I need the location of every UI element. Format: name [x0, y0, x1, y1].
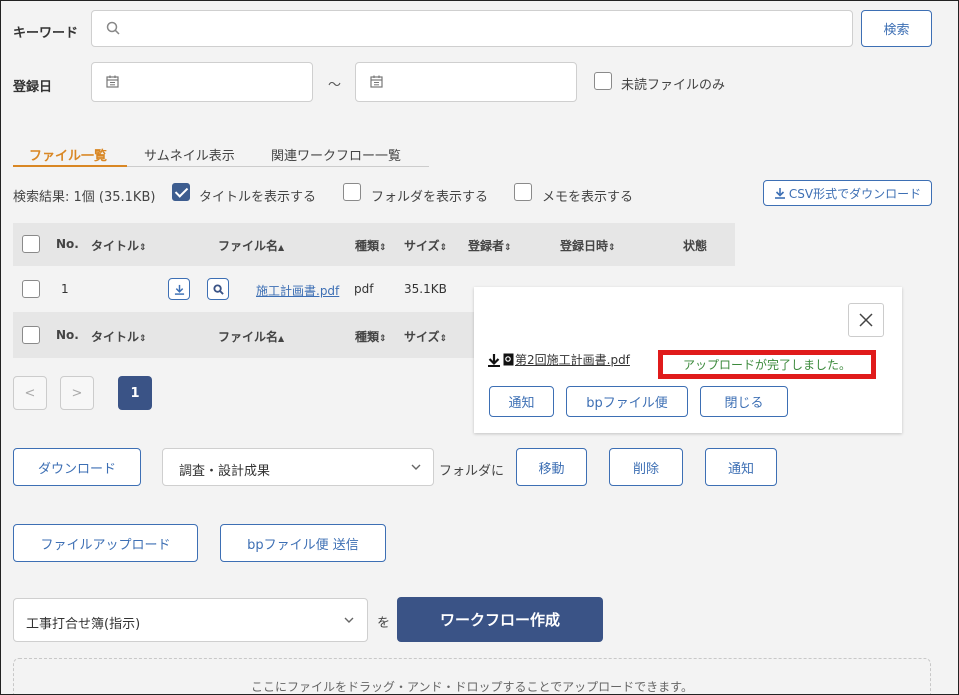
upload-success-message: アップロードが完了しました。 — [658, 350, 876, 379]
csv-download-label: CSV形式でダウンロード — [788, 186, 922, 201]
show-folder-checkbox[interactable] — [343, 183, 361, 201]
chevron-down-icon — [344, 617, 354, 623]
bp-send-button[interactable]: bpファイル便 送信 — [220, 524, 386, 562]
show-folder-label: フォルダを表示する — [371, 190, 489, 205]
tab-divider — [127, 166, 429, 167]
delete-button[interactable]: 削除 — [609, 448, 683, 486]
unread-only-label: 未読ファイルのみ — [621, 78, 726, 93]
drop-zone[interactable]: ここにファイルをドラッグ・アンド・ドロップすることでアップロードできます。 — [13, 658, 931, 694]
folder-suffix: フォルダに — [439, 464, 505, 479]
pagination-page-1[interactable]: 1 — [118, 376, 152, 410]
show-title-checkbox[interactable] — [172, 183, 190, 201]
workflow-select[interactable]: 工事打合せ簿(指示) — [13, 598, 368, 642]
workflow-create-button[interactable]: ワークフロー作成 — [397, 597, 603, 642]
header-type[interactable]: 種類⇕ — [355, 237, 387, 254]
footer-header-type[interactable]: 種類⇕ — [355, 328, 387, 345]
tab-file-list[interactable]: ファイル一覧 — [29, 145, 107, 164]
show-memo-label: メモを表示する — [542, 190, 634, 205]
search-icon — [106, 21, 120, 35]
notify-button[interactable]: 通知 — [705, 448, 777, 486]
dialog-bp-button[interactable]: bpファイル便 — [566, 386, 688, 417]
row-no: 1 — [61, 282, 69, 296]
header-status: 状態 — [683, 239, 708, 253]
row-filename-link[interactable]: 施工計画書.pdf — [256, 282, 339, 299]
calendar-icon — [370, 75, 383, 88]
show-memo-checkbox[interactable] — [514, 183, 532, 201]
show-title-label: タイトルを表示する — [199, 190, 317, 205]
keyword-input[interactable] — [91, 10, 853, 47]
file-manager-panel: キーワード 検索 登録日 ～ 未読ファイルのみ ファイル一覧 サムネイル表示 関… — [0, 0, 959, 695]
chevron-down-icon — [411, 464, 421, 470]
download-icon[interactable] — [487, 353, 501, 367]
uploaded-file-link[interactable]: 第2回施工計画書.pdf — [515, 351, 630, 368]
close-icon-button[interactable] — [848, 303, 884, 337]
date-from-input[interactable] — [91, 62, 313, 102]
download-icon — [174, 284, 184, 295]
download-icon — [774, 188, 785, 199]
row-download-button[interactable] — [168, 278, 190, 300]
header-filename[interactable]: ファイル名▲ — [218, 237, 284, 254]
file-icon — [503, 353, 514, 366]
pagination-prev[interactable]: < — [13, 376, 47, 410]
results-summary: 検索結果: 1個 (35.1KB) — [13, 190, 156, 205]
workflow-select-value: 工事打合せ簿(指示) — [26, 617, 141, 632]
folder-select-value: 調査・設計成果 — [179, 464, 271, 479]
tab-active-underline — [13, 165, 127, 167]
header-registered-at[interactable]: 登録日時⇕ — [560, 237, 616, 254]
csv-download-button[interactable]: CSV形式でダウンロード — [763, 180, 932, 206]
upload-complete-dialog: 第2回施工計画書.pdf アップロードが完了しました。 通知 bpファイル便 閉… — [474, 287, 902, 433]
download-button[interactable]: ダウンロード — [13, 448, 141, 486]
date-to-input[interactable] — [355, 62, 577, 102]
move-button[interactable]: 移動 — [516, 448, 587, 486]
tab-related-workflow[interactable]: 関連ワークフロー一覧 — [271, 145, 401, 164]
footer-header-no: No. — [56, 328, 79, 342]
date-separator: ～ — [328, 78, 342, 93]
select-all-checkbox-footer[interactable] — [22, 326, 40, 344]
footer-header-title[interactable]: タイトル⇕ — [91, 328, 147, 345]
header-size[interactable]: サイズ⇕ — [404, 237, 447, 254]
keyword-label: キーワード — [13, 26, 79, 41]
tab-thumbnail[interactable]: サムネイル表示 — [144, 145, 235, 164]
header-no: No. — [56, 237, 79, 251]
select-all-checkbox[interactable] — [22, 235, 40, 253]
dialog-notify-button[interactable]: 通知 — [489, 386, 554, 417]
row-preview-button[interactable] — [207, 278, 229, 300]
pagination-next[interactable]: > — [60, 376, 94, 410]
workflow-suffix: を — [377, 616, 391, 631]
close-icon — [859, 313, 873, 327]
header-title[interactable]: タイトル⇕ — [91, 237, 147, 254]
drop-zone-text: ここにファイルをドラッグ・アンド・ドロップすることでアップロードできます。 — [251, 680, 693, 694]
tab-bar: ファイル一覧 サムネイル表示 関連ワークフロー一覧 — [13, 141, 429, 167]
row-checkbox[interactable] — [22, 280, 40, 298]
calendar-icon — [106, 75, 119, 88]
file-upload-button[interactable]: ファイルアップロード — [13, 524, 198, 562]
footer-header-filename[interactable]: ファイル名▲ — [218, 328, 284, 345]
row-size: 35.1KB — [404, 282, 447, 296]
date-label: 登録日 — [13, 80, 53, 95]
unread-only-checkbox[interactable] — [594, 72, 612, 90]
header-registrant[interactable]: 登録者⇕ — [468, 237, 512, 254]
magnifier-icon — [212, 283, 224, 295]
dialog-close-button[interactable]: 閉じる — [700, 386, 788, 417]
table-header: No. タイトル⇕ ファイル名▲ 種類⇕ サイズ⇕ 登録者⇕ 登録日時⇕ 状態 — [13, 223, 735, 266]
search-button[interactable]: 検索 — [861, 10, 932, 47]
uploaded-file-entry: 第2回施工計画書.pdf — [487, 351, 630, 368]
row-type: pdf — [354, 282, 374, 296]
footer-header-size[interactable]: サイズ⇕ — [404, 328, 447, 345]
folder-select[interactable]: 調査・設計成果 — [162, 448, 434, 486]
